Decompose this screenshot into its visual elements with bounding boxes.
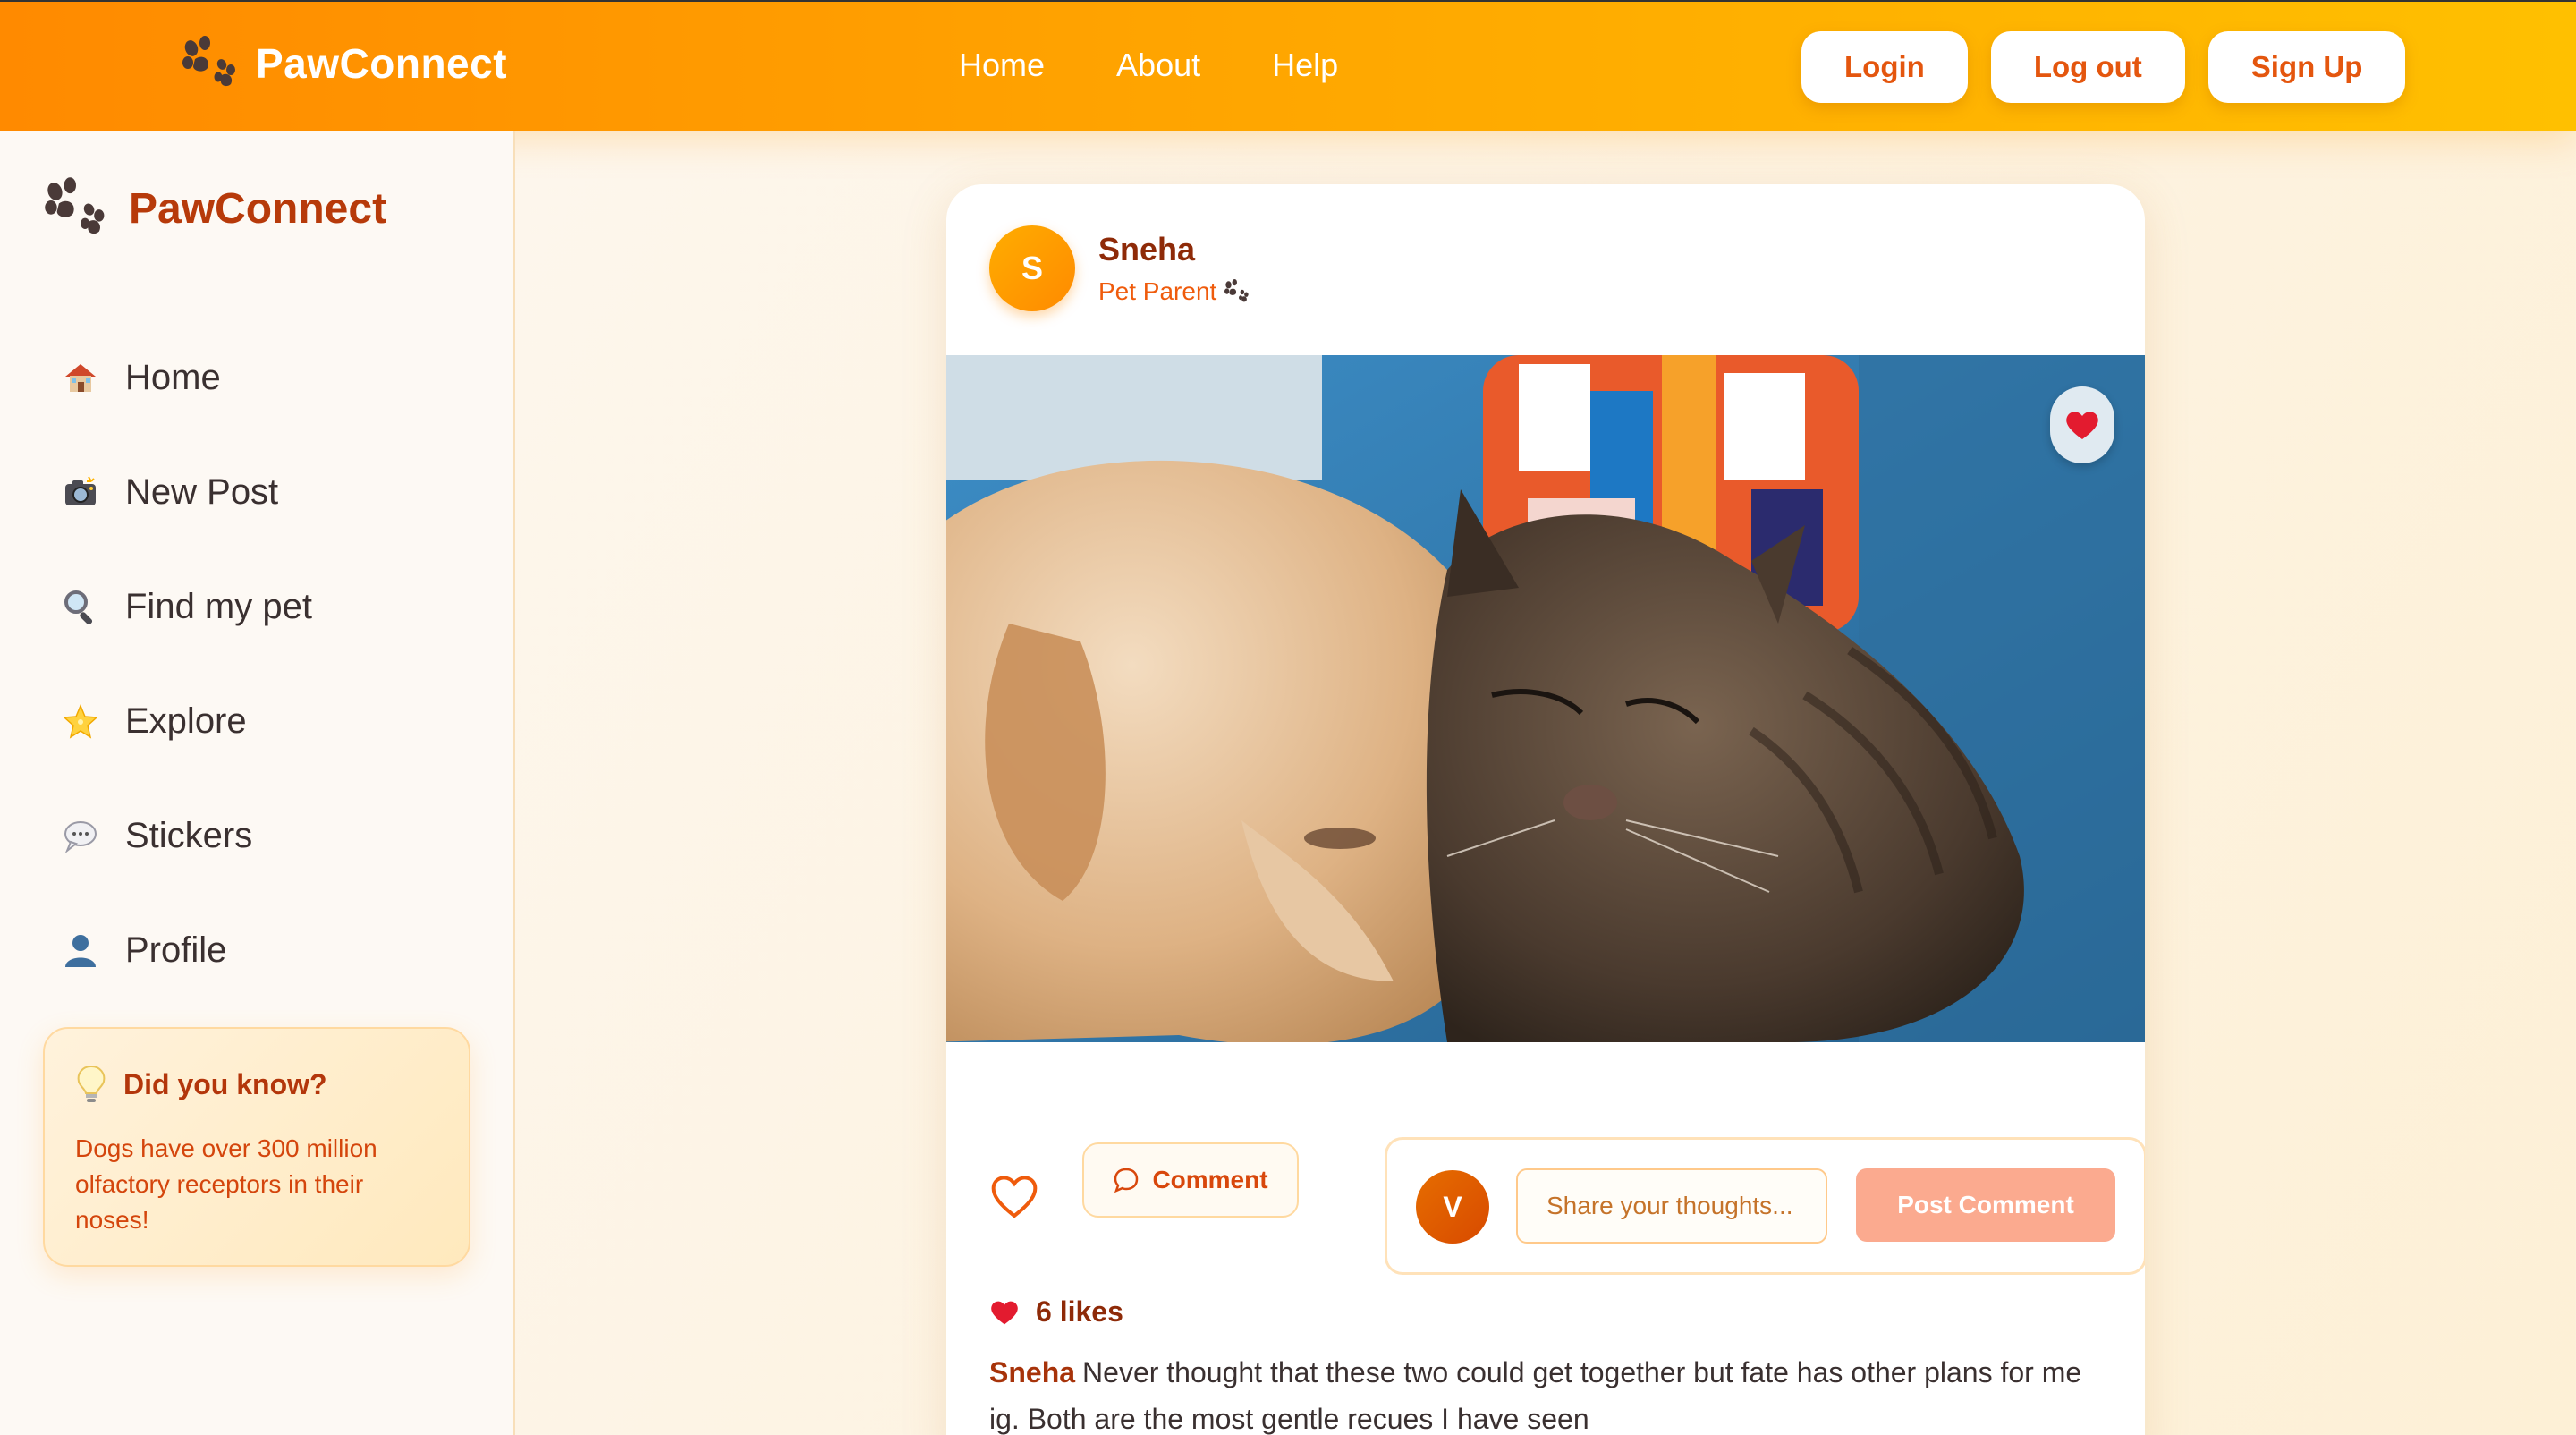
author-role-row: Pet Parent: [1098, 277, 1250, 306]
sidebar-item-new-post[interactable]: New Post: [59, 435, 312, 549]
heart-outline-icon: [991, 1176, 1038, 1218]
nav-link-help[interactable]: Help: [1272, 47, 1338, 84]
post-card: S Sneha Pet Parent Comment V Share your …: [946, 184, 2145, 1435]
fact-title-row: Did you know?: [75, 1065, 438, 1104]
author-info: Sneha Pet Parent: [1098, 231, 1250, 306]
fact-body: Dogs have over 300 million olfactory rec…: [75, 1134, 377, 1234]
post-photo[interactable]: [946, 355, 2145, 1042]
comment-input[interactable]: [1516, 1168, 1827, 1244]
favorite-heart-button[interactable]: [2050, 386, 2114, 463]
sidebar-item-find-my-pet[interactable]: Find my pet: [59, 549, 312, 664]
top-brand-logo[interactable]: PawConnect: [181, 36, 507, 91]
paw-icon: [182, 36, 235, 87]
sidebar-item-label: Stickers: [125, 815, 253, 855]
user-icon: [59, 929, 102, 972]
sidebar-item-label: Find my pet: [125, 586, 312, 626]
likes-summary: 6 likes: [989, 1295, 1123, 1329]
post-actions: Comment V Post Comment: [989, 1137, 2145, 1280]
author-avatar[interactable]: S: [989, 225, 1075, 311]
nav-link-about[interactable]: About: [1116, 47, 1200, 84]
lightbulb-icon: [77, 1065, 106, 1102]
likes-count[interactable]: 6 likes: [1036, 1295, 1123, 1329]
sidebar-item-stickers[interactable]: Stickers: [59, 778, 312, 893]
comment-button[interactable]: Comment: [1082, 1142, 1299, 1218]
camera-icon: [59, 471, 102, 514]
sidebar-menu: Home New Post Find my pet Explore Sticke…: [59, 320, 312, 1007]
post-comment-button[interactable]: Post Comment: [1856, 1168, 2115, 1242]
sidebar-brand[interactable]: PawConnect: [43, 177, 386, 240]
paw-icon: [45, 177, 105, 234]
star-icon: [59, 700, 102, 743]
comment-composer: V Post Comment: [1385, 1137, 2145, 1275]
sidebar-item-label: Explore: [125, 701, 247, 741]
sidebar-brand-name: PawConnect: [129, 184, 387, 233]
like-button[interactable]: [989, 1173, 1039, 1223]
heart-icon: [2066, 412, 2098, 439]
auth-actions: Login Log out Sign Up: [1801, 31, 2406, 103]
fact-title: Did you know?: [123, 1067, 327, 1100]
magnifier-icon: [59, 585, 102, 628]
top-navbar: PawConnect Home About Help Login Log out…: [0, 0, 2576, 131]
logout-button[interactable]: Log out: [1990, 31, 2185, 103]
login-button[interactable]: Login: [1801, 31, 1968, 103]
nav-link-home[interactable]: Home: [959, 47, 1045, 84]
signup-button[interactable]: Sign Up: [2207, 31, 2406, 103]
paw-icon: [1224, 279, 1249, 302]
sidebar-item-profile[interactable]: Profile: [59, 893, 312, 1007]
brand-name: PawConnect: [256, 40, 508, 87]
did-you-know-card: Did you know? Dogs have over 300 million…: [43, 1027, 470, 1267]
author-role: Pet Parent: [1098, 277, 1217, 305]
post-caption: Sneha Never thought that these two could …: [989, 1349, 2107, 1435]
sidebar: PawConnect Home New Post Find my pet Exp…: [0, 131, 515, 1435]
speech-bubble-icon: [59, 814, 102, 857]
caption-text: Never thought that these two could get t…: [989, 1356, 2082, 1435]
sidebar-item-label: Home: [125, 357, 221, 397]
sidebar-item-explore[interactable]: Explore: [59, 664, 312, 778]
caption-author[interactable]: Sneha: [989, 1356, 1075, 1388]
sidebar-item-home[interactable]: Home: [59, 320, 312, 435]
commenter-avatar: V: [1416, 1170, 1489, 1244]
house-icon: [59, 356, 102, 399]
author-name[interactable]: Sneha: [1098, 231, 1250, 268]
comment-bubble-icon: [1114, 1168, 1139, 1193]
sidebar-item-label: New Post: [125, 471, 279, 512]
comment-button-label: Comment: [1152, 1166, 1268, 1193]
sidebar-item-label: Profile: [125, 930, 227, 970]
heart-icon: [991, 1301, 1018, 1324]
top-nav-links: Home About Help: [959, 47, 1338, 84]
post-header: S Sneha Pet Parent: [989, 225, 1250, 311]
